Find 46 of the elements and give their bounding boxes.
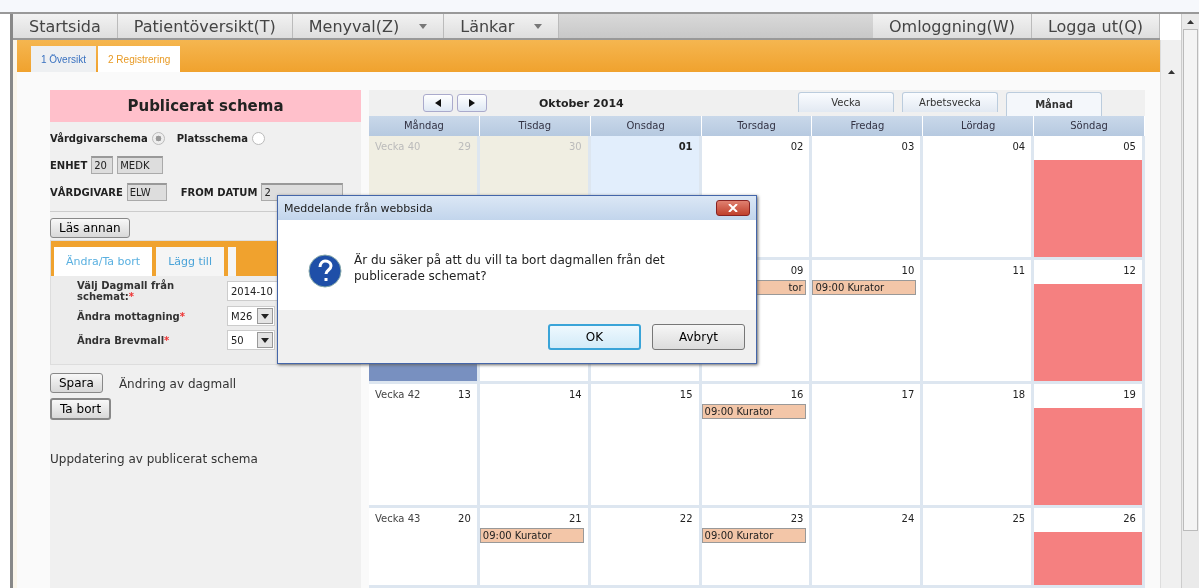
- day-number: 26: [1123, 513, 1136, 524]
- day-number: 14: [568, 389, 582, 400]
- day-number: 25: [1012, 513, 1026, 524]
- day-number: 22: [679, 513, 693, 524]
- week-label: Vecka 43: [375, 513, 421, 524]
- column-header: Lördag: [923, 116, 1035, 136]
- column-header: Fredag: [812, 116, 924, 136]
- field-label: Ändra mottagning*: [77, 310, 186, 322]
- field-label: VÅRDGIVARE: [50, 186, 123, 198]
- column-header: Onsdag: [590, 116, 702, 136]
- column-header: Torsdag: [701, 116, 813, 136]
- column-header: Söndag: [1034, 116, 1145, 136]
- dialog-title: Meddelande från webbsida: [284, 201, 434, 215]
- status-text: Ändring av dagmall: [118, 377, 237, 391]
- week-label: Vecka 42: [375, 389, 421, 400]
- day-number: 10: [901, 265, 915, 276]
- day-number: 13: [458, 389, 471, 400]
- day-number: 05: [1123, 141, 1136, 152]
- day-number: 04: [1012, 141, 1026, 152]
- day-number: 21: [568, 513, 582, 524]
- day-number: 16: [790, 389, 804, 400]
- field-label: Välj Dagmall från schemat:*: [77, 280, 176, 302]
- field-label: ENHET: [50, 159, 88, 171]
- day-number: 12: [1123, 265, 1136, 276]
- column-header: Måndag: [369, 116, 480, 136]
- day-number: 03: [901, 141, 915, 152]
- field-label: FROM DATUM: [180, 186, 258, 198]
- field-label: Ändra Brevmall*: [77, 334, 171, 346]
- info-text: Uppdatering av publicerat schema: [50, 452, 259, 466]
- day-number: 17: [901, 389, 915, 400]
- day-number: 02: [790, 141, 804, 152]
- day-number: 01: [678, 141, 693, 152]
- month-title: Oktober 2014: [539, 96, 624, 110]
- day-number: 23: [790, 513, 804, 524]
- radio-label: Vårdgivarschema: [50, 132, 148, 144]
- panel-title: Publicerat schema: [50, 90, 361, 122]
- dialog-message: Är du säker på att du vill ta bort dagmallen från det publicerade schemat?: [354, 252, 666, 284]
- day-number: 18: [1012, 389, 1026, 400]
- column-header: Tisdag: [479, 116, 591, 136]
- day-number: 20: [458, 513, 471, 524]
- day-number: 15: [679, 389, 693, 400]
- day-number: 19: [1123, 389, 1136, 400]
- day-number: 11: [1012, 265, 1026, 276]
- radio-label: Platsschema: [176, 132, 248, 144]
- day-number: 09: [790, 265, 804, 276]
- day-number: 24: [901, 513, 915, 524]
